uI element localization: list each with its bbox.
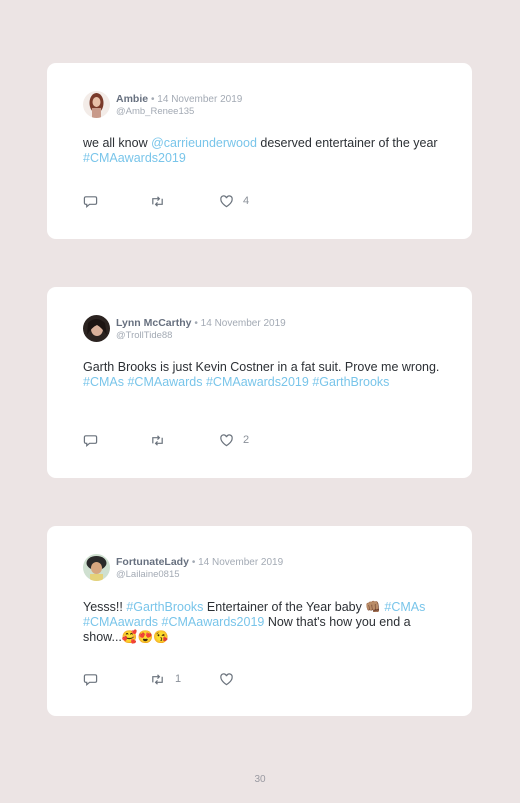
page-number: 30 xyxy=(254,774,266,785)
retweet-count: 1 xyxy=(175,673,182,685)
tweet-text-segment: Yesss!! xyxy=(83,600,127,614)
retweet-button[interactable] xyxy=(150,672,165,688)
user-handle[interactable]: @Lailaine0815 xyxy=(116,569,180,580)
tweet-text-segment: Garth Brooks is just Kevin Costner in a … xyxy=(83,360,440,374)
retweet-button[interactable] xyxy=(150,433,165,449)
reply-button[interactable] xyxy=(83,433,98,449)
tweet-text: Garth Brooks is just Kevin Costner in a … xyxy=(83,360,443,390)
like-count: 2 xyxy=(243,434,250,446)
like-icon xyxy=(220,434,233,447)
retweet-icon xyxy=(152,674,163,685)
tweet-date[interactable]: • 14 November 2019 xyxy=(194,318,285,329)
tweet-text-segment: deserved entertainer of the year xyxy=(256,136,438,150)
reply-icon xyxy=(83,674,98,686)
user-name[interactable]: Lynn McCarthy xyxy=(116,317,191,329)
hashtag-link[interactable]: #CMAs xyxy=(83,375,124,389)
like-button[interactable] xyxy=(219,194,234,210)
avatar[interactable] xyxy=(83,91,110,118)
like-count: 4 xyxy=(243,195,250,207)
retweet-icon xyxy=(152,435,163,446)
reply-button[interactable] xyxy=(83,672,98,688)
reply-icon xyxy=(83,435,98,447)
like-icon xyxy=(220,195,233,208)
tweet-text-segment: Entertainer of the Year baby 👊🏽 xyxy=(203,600,385,614)
hashtag-link[interactable]: #CMAawards xyxy=(127,375,202,389)
hashtag-link[interactable]: #CMAawards2019 xyxy=(206,375,309,389)
like-icon xyxy=(220,673,233,686)
avatar[interactable] xyxy=(83,554,110,581)
user-name[interactable]: Ambie xyxy=(116,93,148,105)
user-name[interactable]: FortunateLady xyxy=(116,556,189,568)
tweet-date[interactable]: • 14 November 2019 xyxy=(151,94,242,105)
tweet-card: Lynn McCarthy • 14 November 2019 @TrollT… xyxy=(47,287,472,478)
user-handle[interactable]: @Amb_Renee135 xyxy=(116,106,194,117)
hashtag-link[interactable]: #GarthBrooks xyxy=(126,600,203,614)
reply-button[interactable] xyxy=(83,194,98,210)
hashtag-link[interactable]: @carrieunderwood xyxy=(151,136,257,150)
user-handle[interactable]: @TrollTide88 xyxy=(116,330,172,341)
hashtag-link[interactable]: #CMAs xyxy=(384,600,425,614)
tweet-actions: 2 xyxy=(83,433,343,449)
avatar[interactable] xyxy=(83,315,110,342)
hashtag-link[interactable]: #CMAawards xyxy=(83,615,158,629)
hashtag-link[interactable]: #CMAawards2019 xyxy=(83,151,186,165)
reply-icon xyxy=(83,196,98,208)
tweet-text-segment: we all know xyxy=(83,136,152,150)
tweet-card: FortunateLady • 14 November 2019 @Lailai… xyxy=(47,526,472,716)
tweet-actions: 4 xyxy=(83,194,343,210)
retweet-button[interactable] xyxy=(150,194,165,210)
tweet-text: we all know @carrieunderwood deserved en… xyxy=(83,136,443,166)
tweet-actions: 1 xyxy=(83,672,343,688)
tweet-date[interactable]: • 14 November 2019 xyxy=(192,557,283,568)
tweet-text: Yesss!! #GarthBrooks Entertainer of the … xyxy=(83,600,443,645)
retweet-icon xyxy=(152,196,163,207)
tweet-card: Ambie • 14 November 2019 @Amb_Renee135 w… xyxy=(47,63,472,239)
hashtag-link[interactable]: #CMAawards2019 xyxy=(162,615,265,629)
like-button[interactable] xyxy=(219,433,234,449)
like-button[interactable] xyxy=(219,672,234,688)
hashtag-link[interactable]: #GarthBrooks xyxy=(312,375,389,389)
